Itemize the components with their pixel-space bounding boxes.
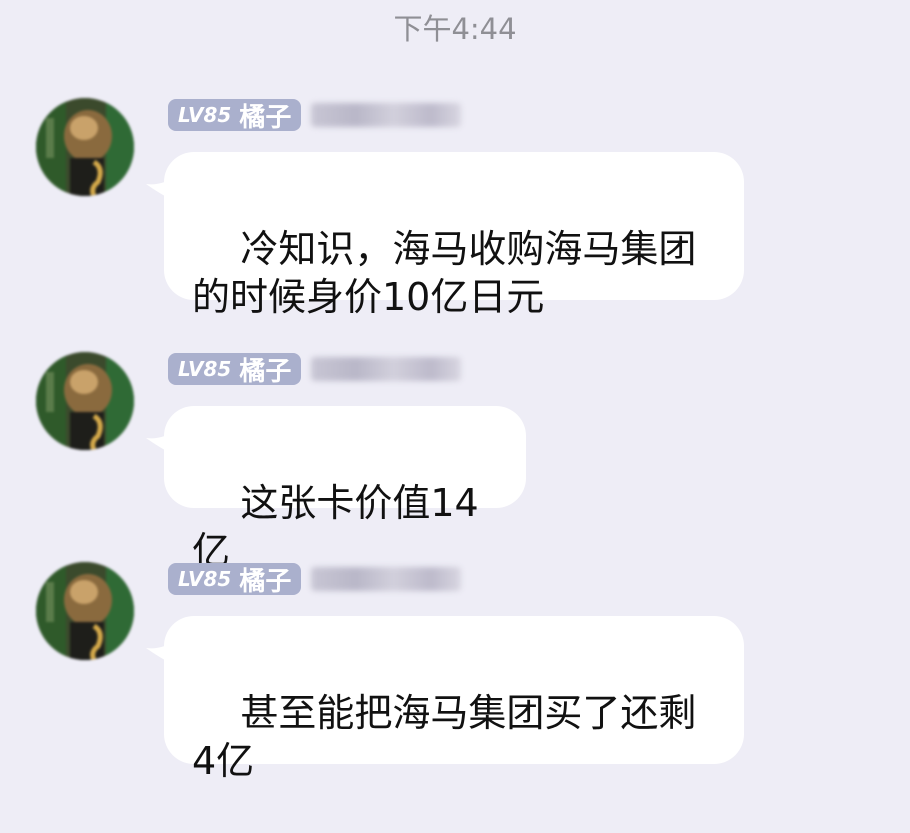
sender-nickname: 橘子 bbox=[239, 356, 292, 387]
message-bubble[interactable]: 这张卡价值14亿 bbox=[164, 406, 526, 573]
avatar[interactable] bbox=[36, 352, 134, 450]
sender-nickname: 橘子 bbox=[239, 102, 292, 133]
blurred-name-redaction bbox=[311, 567, 462, 591]
avatar[interactable] bbox=[36, 562, 134, 660]
level-badge: LV85 橘子 bbox=[168, 353, 302, 387]
avatar[interactable] bbox=[36, 98, 134, 196]
sender-nickname: 橘子 bbox=[239, 566, 292, 597]
message-bubble[interactable]: 冷知识，海马收购海马集团 的时候身价10亿日元 bbox=[164, 152, 744, 319]
level-label: LV85 bbox=[178, 567, 232, 591]
level-badge: LV85 橘子 bbox=[168, 563, 302, 597]
sender-name-row: LV85 橘子 bbox=[168, 98, 462, 133]
level-label: LV85 bbox=[178, 357, 232, 381]
level-label: LV85 bbox=[178, 103, 232, 127]
blurred-name-redaction bbox=[311, 103, 462, 127]
message-text: 甚至能把海马集团买了还剩 4亿 bbox=[192, 691, 697, 783]
sender-name-row: LV85 橘子 bbox=[168, 562, 462, 597]
sender-name-row: LV85 橘子 bbox=[168, 352, 462, 387]
message-text: 冷知识，海马收购海马集团 的时候身价10亿日元 bbox=[192, 227, 697, 319]
message-bubble[interactable]: 甚至能把海马集团买了还剩 4亿 bbox=[164, 616, 744, 783]
level-badge: LV85 橘子 bbox=[168, 99, 302, 133]
chat-timestamp: 下午4:44 bbox=[393, 12, 517, 46]
message-text: 这张卡价值14亿 bbox=[192, 481, 479, 573]
blurred-name-redaction bbox=[311, 357, 462, 381]
